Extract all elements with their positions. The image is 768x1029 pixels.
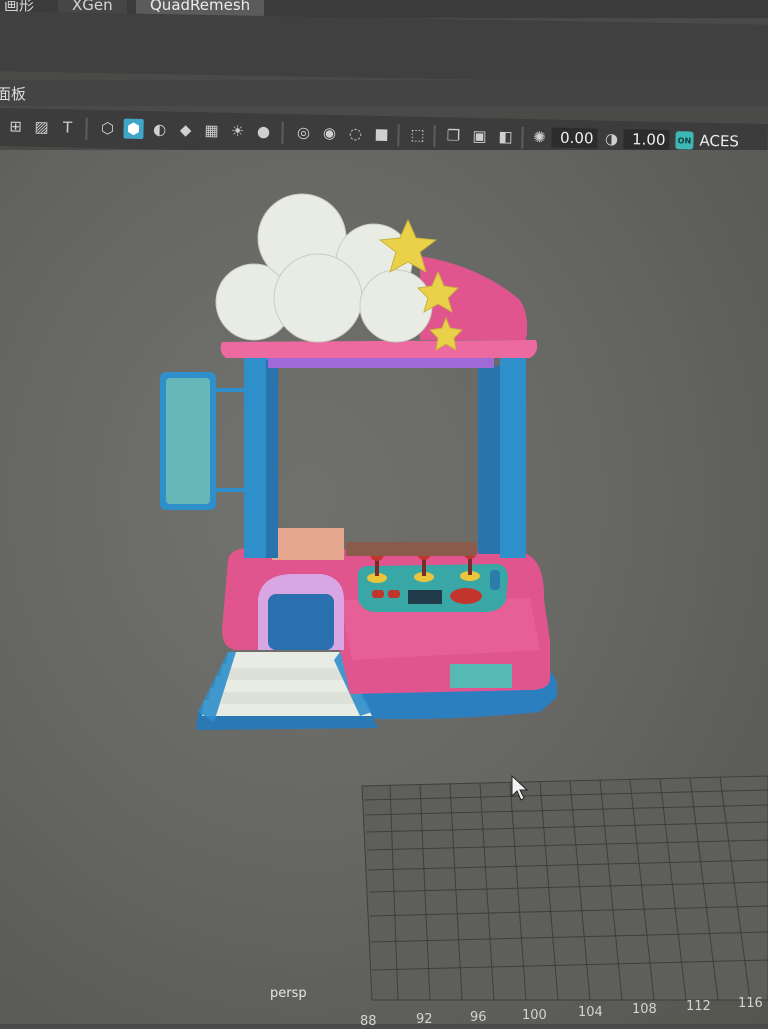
model-plaque — [450, 664, 512, 688]
model-screen — [408, 590, 442, 604]
ruler-number: 88 — [360, 1014, 377, 1029]
ruler-number: 112 — [686, 999, 711, 1014]
claw-machine-model — [160, 193, 558, 730]
model-pole-right — [500, 352, 526, 558]
model-control-panel — [358, 564, 508, 612]
model-pole-left — [244, 352, 268, 558]
model-big-button — [450, 588, 482, 604]
model-roof — [220, 340, 538, 358]
ground-grid — [361, 775, 768, 1001]
ruler-number: 92 — [416, 1012, 433, 1027]
model-clouds — [215, 193, 433, 343]
camera-name-label: persp — [270, 986, 307, 1001]
model-prize-chute — [272, 528, 344, 560]
ruler-number: 104 — [578, 1005, 603, 1020]
model-door — [268, 594, 334, 650]
ruler-number: 108 — [632, 1002, 657, 1017]
viewport-scene — [160, 193, 768, 1001]
ruler-number: 116 — [738, 996, 763, 1011]
ruler-number: 100 — [522, 1008, 547, 1023]
ruler-number: 96 — [470, 1010, 487, 1025]
